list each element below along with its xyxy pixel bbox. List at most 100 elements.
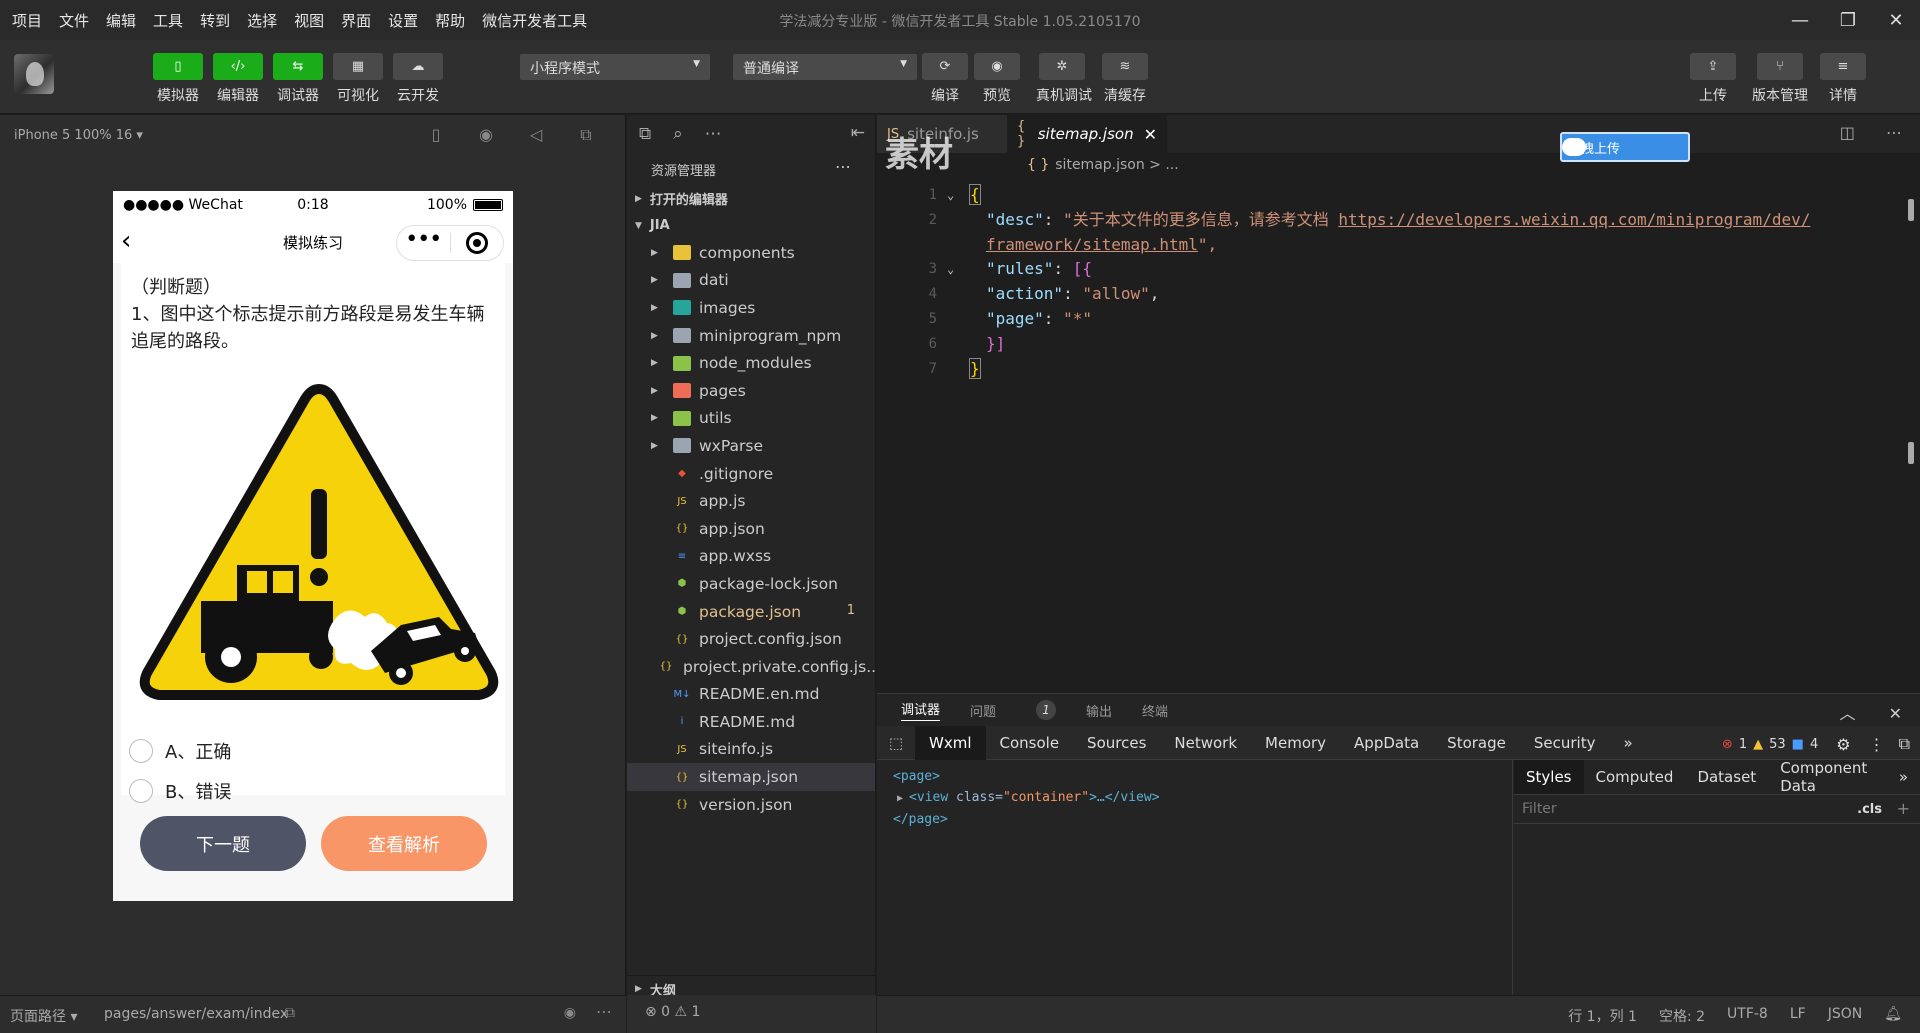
folder-item[interactable]: ▶ utils [627, 405, 875, 433]
folder-item[interactable]: ▶ wxParse [627, 432, 875, 460]
folder-item[interactable]: ▶ miniprogram_npm [627, 322, 875, 350]
cls-toggle[interactable]: .cls [1857, 802, 1882, 817]
next-question-button[interactable]: 下一题 [140, 816, 306, 871]
tab-debugger[interactable]: 调试器 [901, 699, 941, 721]
simulator-toggle-button[interactable]: ▯ 模拟器 [152, 53, 204, 105]
dock-icon[interactable]: ⧉ [1899, 734, 1910, 754]
folder-item[interactable]: ▶ node_modules [627, 349, 875, 377]
wxml-tree[interactable]: <page> ▶ <view class="container">…</view… [877, 760, 1513, 996]
code-area[interactable]: 1 ⌄ { 2 "desc": "关于本文件的更多信息，请参考文档 https:/… [877, 177, 1920, 693]
close-tab-icon[interactable]: ✕ [1144, 125, 1157, 144]
avatar[interactable] [14, 54, 54, 94]
doc-link[interactable]: https://developers.weixin.qq.com/minipro… [1338, 210, 1810, 229]
file-item[interactable]: {} app.json [627, 515, 875, 543]
option-a[interactable]: A、正确 [129, 738, 231, 764]
file-item[interactable]: i README.md [627, 708, 875, 736]
menu-item-wechat-devtools[interactable]: 微信开发者工具 [482, 10, 587, 31]
cursor-position[interactable]: 行 1，列 1 [1568, 1006, 1637, 1026]
menu-item-interface[interactable]: 界面 [341, 10, 371, 31]
scrollbar-marker[interactable] [1908, 442, 1914, 464]
mode-select[interactable]: 小程序模式 ▼ [520, 54, 710, 80]
split-editor-icon[interactable]: ◫ [1840, 123, 1855, 142]
cloud-dev-button[interactable]: ☁ 云开发 [392, 53, 444, 105]
line-ending[interactable]: LF [1790, 1006, 1806, 1026]
tab-component-data[interactable]: Component Data [1768, 759, 1887, 795]
open-editors-section[interactable]: ▶ 打开的编辑器 [627, 185, 875, 212]
menu-item-settings[interactable]: 设置 [388, 10, 418, 31]
file-item[interactable]: {} project.private.config.js... [627, 653, 875, 681]
details-button[interactable]: ≡ 详情 [1818, 53, 1868, 105]
tab-appdata[interactable]: AppData [1340, 726, 1433, 760]
tab-siteinfo[interactable]: JS siteinfo.js [877, 115, 1007, 153]
clear-cache-button[interactable]: ≋ 清缓存 [1100, 53, 1150, 105]
more-icon[interactable]: ⋯ [596, 1002, 612, 1021]
file-item[interactable]: ≡ app.wxss [627, 543, 875, 571]
file-item[interactable]: M↓ README.en.md [627, 681, 875, 709]
doc-link[interactable]: framework/sitemap.html [986, 235, 1198, 254]
tab-wxml[interactable]: Wxml [915, 725, 986, 760]
wxml-node[interactable]: <page> [893, 766, 1496, 787]
tab-sources[interactable]: Sources [1073, 726, 1160, 760]
tab-styles[interactable]: Styles [1514, 760, 1584, 794]
folder-item[interactable]: ▶ pages [627, 377, 875, 405]
menu-item-edit[interactable]: 编辑 [106, 10, 136, 31]
minimize-button[interactable]: — [1776, 0, 1824, 40]
tab-output[interactable]: 输出 [1086, 701, 1112, 720]
device-icon[interactable]: ▯ [411, 125, 461, 145]
menu-item-goto[interactable]: 转到 [200, 10, 230, 31]
menu-item-view[interactable]: 视图 [294, 10, 324, 31]
upload-button[interactable]: ⇪ 上传 [1688, 53, 1738, 105]
file-item[interactable]: ⬢ package-lock.json [627, 570, 875, 598]
file-item[interactable]: {} sitemap.json [627, 763, 875, 791]
inspect-element-icon[interactable]: ⬚ [877, 734, 915, 752]
menu-item-select[interactable]: 选择 [247, 10, 277, 31]
chevron-up-icon[interactable]: ︿ [1839, 704, 1855, 723]
language-mode[interactable]: JSON [1828, 1006, 1863, 1026]
file-item[interactable]: {} project.config.json [627, 625, 875, 653]
file-item[interactable]: ⬢ package.json 1 [627, 598, 875, 626]
file-item[interactable]: {} version.json [627, 791, 875, 819]
bell-icon[interactable]: 🔔︎ [1884, 1006, 1902, 1026]
compile-select[interactable]: 普通编译 ▼ [733, 54, 917, 80]
version-control-button[interactable]: ⑂ 版本管理 [1750, 53, 1810, 105]
tab-console[interactable]: Console [986, 726, 1074, 760]
radio-a[interactable] [129, 739, 153, 763]
filter-input[interactable]: Filter [1522, 801, 1557, 817]
folder-item[interactable]: ▶ dati [627, 267, 875, 295]
gear-icon[interactable]: ⚙ [1836, 735, 1850, 754]
scrollbar-marker[interactable] [1908, 199, 1914, 221]
editor-toggle-button[interactable]: ‹/› 编辑器 [212, 53, 264, 105]
file-item[interactable]: ◆ .gitignore [627, 460, 875, 488]
error-count[interactable]: 1 [1739, 737, 1747, 752]
project-section[interactable]: ▼ JIA [627, 212, 875, 239]
eye-icon[interactable]: ◉ [564, 1005, 576, 1021]
info-count[interactable]: 4 [1810, 737, 1818, 752]
files-icon[interactable]: ⧉ [639, 124, 651, 144]
close-window-button[interactable]: ✕ [1872, 0, 1920, 40]
compile-button[interactable]: ⟳ 编译 [920, 53, 970, 105]
indentation[interactable]: 空格: 2 [1659, 1006, 1705, 1026]
more-dots-icon[interactable]: ••• [397, 229, 450, 251]
visual-toggle-button[interactable]: ▦ 可视化 [332, 53, 384, 105]
menu-item-project[interactable]: 项目 [12, 10, 42, 31]
popout-icon[interactable]: ⧉ [561, 125, 611, 145]
add-rule-icon[interactable]: + [1897, 799, 1910, 818]
more-icon[interactable]: ⋯ [1886, 123, 1902, 142]
tab-computed[interactable]: Computed [1584, 760, 1686, 794]
fold-icon[interactable]: ⌄ [947, 183, 954, 207]
menu-item-tools[interactable]: 工具 [153, 10, 183, 31]
folder-item[interactable]: ▶ components [627, 239, 875, 267]
tab-security[interactable]: Security [1520, 726, 1610, 760]
folder-item[interactable]: ▶ images [627, 294, 875, 322]
more-icon[interactable]: ⋯ [705, 124, 722, 144]
maximize-button[interactable]: ❐ [1824, 0, 1872, 40]
more-tabs-icon[interactable]: » [1887, 760, 1920, 794]
drag-upload-badge[interactable]: 拖拽上传 [1560, 132, 1690, 162]
explorer-more-icon[interactable]: ⋯ [835, 157, 851, 176]
device-select[interactable]: iPhone 5 100% 16 ▾ [14, 128, 143, 143]
collapse-panel-icon[interactable]: ⇤ [851, 123, 865, 143]
kebab-icon[interactable]: ⋮ [1869, 735, 1885, 754]
tab-problems[interactable]: 问题 1 [970, 700, 1057, 720]
wxml-node[interactable]: ▶ <view class="container">…</view> [893, 787, 1496, 809]
file-item[interactable]: JS siteinfo.js [627, 736, 875, 764]
